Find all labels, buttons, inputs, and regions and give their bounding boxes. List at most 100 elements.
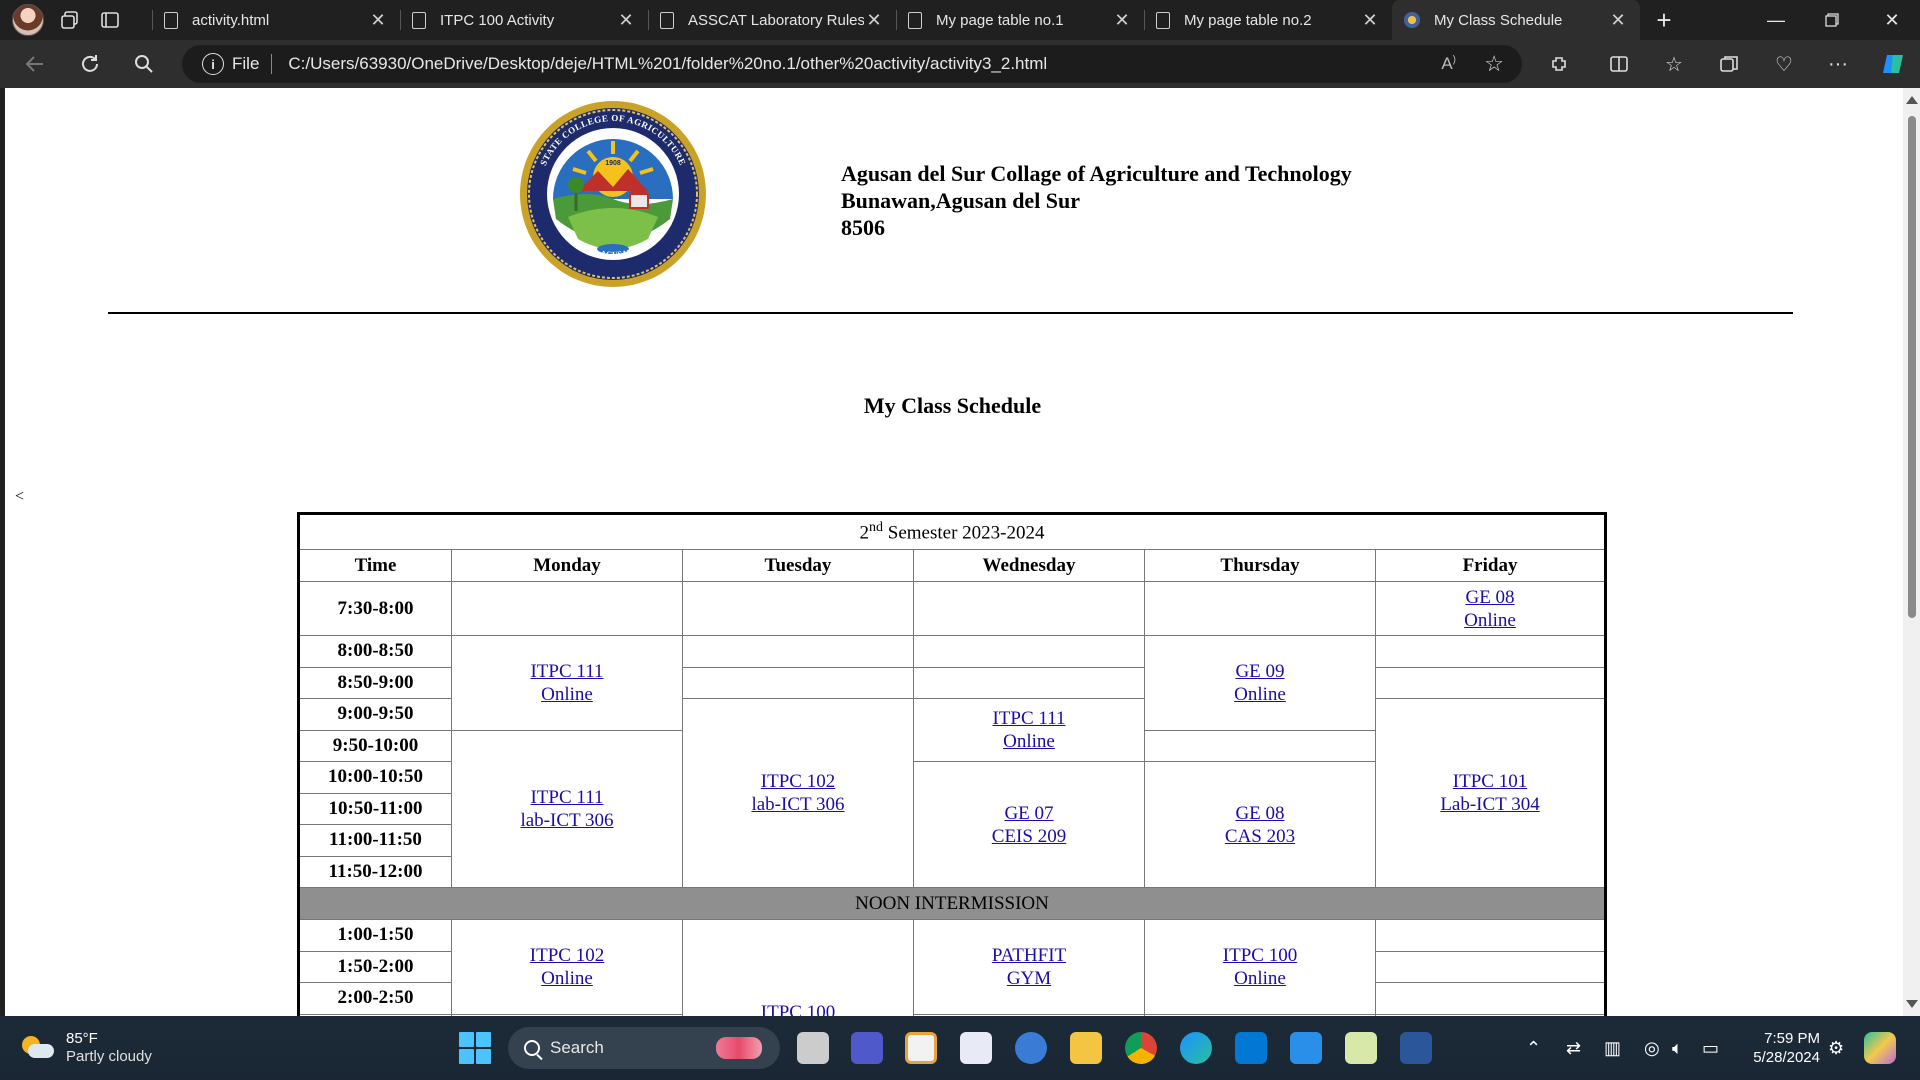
- class-link-itpc102[interactable]: ITPC 102: [452, 944, 682, 967]
- empty-cell: [451, 581, 683, 636]
- class-link-room[interactable]: Lab-ICT 304: [1376, 793, 1604, 816]
- close-tab-icon[interactable]: ✕: [616, 10, 636, 31]
- noon-row: NOON INTERMISSION: [297, 887, 1607, 920]
- class-link-ge09[interactable]: GE 09: [1145, 660, 1375, 683]
- class-link-itpc111[interactable]: ITPC 111: [452, 660, 682, 683]
- class-link-room[interactable]: CAS 203: [1145, 825, 1375, 848]
- class-link-itpc102[interactable]: ITPC 102: [683, 770, 913, 793]
- class-link-room[interactable]: lab-ICT 306: [452, 809, 682, 832]
- weather-condition: Partly cloudy: [66, 1048, 152, 1065]
- tab-lab-rules[interactable]: ASSCAT Laboratory Rules ✕: [648, 0, 896, 40]
- class-link-ge07[interactable]: GE 07: [914, 802, 1144, 825]
- site-info-icon[interactable]: i: [202, 53, 224, 75]
- close-tab-icon[interactable]: ✕: [368, 10, 388, 31]
- file-explorer-icon[interactable]: [1070, 1032, 1102, 1064]
- tray-icon[interactable]: ⇄: [1566, 1038, 1581, 1059]
- class-link-itpc101[interactable]: ITPC 101: [1376, 770, 1604, 793]
- scroll-down-arrow-icon[interactable]: [1906, 1000, 1918, 1008]
- network-icon[interactable]: ◎: [1644, 1038, 1660, 1059]
- class-link-pathfit[interactable]: PATHFIT: [914, 944, 1144, 967]
- split-screen-icon[interactable]: [1596, 40, 1642, 88]
- app-icon[interactable]: [1345, 1032, 1377, 1064]
- scroll-up-arrow-icon[interactable]: [1906, 96, 1918, 104]
- teams-icon[interactable]: [851, 1032, 883, 1064]
- class-cell: ITPC 102 lab-ICT 306: [682, 698, 914, 888]
- extensions-icon[interactable]: [1536, 40, 1582, 88]
- battery-icon[interactable]: ▭: [1702, 1038, 1719, 1059]
- close-tab-icon[interactable]: ✕: [1360, 10, 1380, 31]
- class-link-room[interactable]: lab-ICT 306: [683, 793, 913, 816]
- weather-widget[interactable]: 85°F Partly cloudy: [20, 1030, 152, 1066]
- minimize-button[interactable]: —: [1748, 0, 1804, 40]
- tab-activity[interactable]: activity.html ✕: [152, 0, 400, 40]
- copilot-icon[interactable]: [1864, 1032, 1896, 1064]
- tab-class-schedule[interactable]: My Class Schedule ✕: [1392, 0, 1640, 40]
- read-aloud-icon[interactable]: A): [1441, 54, 1456, 74]
- settings-gear-icon[interactable]: ⚙: [1828, 1038, 1844, 1059]
- new-tab-button[interactable]: +: [1640, 5, 1688, 36]
- class-link-room[interactable]: Online: [914, 730, 1144, 753]
- windows-start-icon[interactable]: [459, 1032, 491, 1064]
- vscode-icon[interactable]: [1235, 1032, 1267, 1064]
- class-link-room[interactable]: Online: [1376, 609, 1604, 632]
- app-icon[interactable]: [960, 1032, 992, 1064]
- tab-actions-icon[interactable]: [90, 0, 130, 40]
- tab-title: activity.html: [192, 11, 270, 29]
- taskbar-clock[interactable]: 7:59 PM 5/28/2024: [1740, 1029, 1820, 1067]
- class-link-itpc111[interactable]: ITPC 111: [452, 786, 682, 809]
- back-button[interactable]: [11, 40, 59, 88]
- close-tab-icon[interactable]: ✕: [1112, 10, 1132, 31]
- class-cell: ITPC 102 Online: [451, 919, 683, 1015]
- workspaces-icon[interactable]: [50, 0, 90, 40]
- clock-time: 7:59 PM: [1764, 1030, 1820, 1047]
- restore-button[interactable]: [1804, 0, 1860, 40]
- volume-icon[interactable]: 🔈︎: [1672, 1038, 1683, 1059]
- task-view-icon[interactable]: [797, 1032, 829, 1064]
- close-window-button[interactable]: ✕: [1864, 0, 1920, 40]
- time-cell: 2:00-2:50: [298, 982, 452, 1015]
- messenger-icon[interactable]: [1015, 1032, 1047, 1064]
- class-link-room[interactable]: Online: [1145, 967, 1375, 990]
- partly-cloudy-icon: [20, 1034, 54, 1062]
- browser-essentials-icon[interactable]: ♡: [1761, 40, 1807, 88]
- class-link-ge08[interactable]: GE 08: [1376, 586, 1604, 609]
- copilot-icon[interactable]: [1870, 40, 1916, 88]
- close-tab-icon[interactable]: ✕: [864, 10, 884, 31]
- class-link-itpc100[interactable]: ITPC 100: [683, 1001, 913, 1017]
- url-text[interactable]: C:/Users/63930/OneDrive/Desktop/deje/HTM…: [288, 54, 1047, 74]
- page-scrollbar[interactable]: [1903, 88, 1920, 1016]
- tray-icon[interactable]: ▥: [1604, 1038, 1621, 1059]
- class-link-room[interactable]: Online: [1145, 683, 1375, 706]
- tab-table-2[interactable]: My page table no.2 ✕: [1144, 0, 1392, 40]
- favorites-icon[interactable]: ☆: [1651, 40, 1697, 88]
- word-icon[interactable]: [1400, 1032, 1432, 1064]
- close-tab-icon[interactable]: ✕: [1608, 10, 1628, 31]
- col-header-monday: Monday: [451, 549, 683, 582]
- class-link-itpc111[interactable]: ITPC 111: [914, 707, 1144, 730]
- search-icon: [524, 1040, 540, 1056]
- chrome-icon[interactable]: [1125, 1032, 1157, 1064]
- tab-itpc100-activity[interactable]: ITPC 100 Activity ✕: [400, 0, 648, 40]
- more-options-icon[interactable]: ···: [1815, 40, 1861, 88]
- microsoft-store-icon[interactable]: [905, 1032, 937, 1064]
- class-link-room[interactable]: Online: [452, 683, 682, 706]
- class-link-itpc100[interactable]: ITPC 100: [1145, 944, 1375, 967]
- edge-icon[interactable]: [1180, 1032, 1212, 1064]
- profile-avatar[interactable]: [12, 4, 44, 36]
- chevron-up-icon[interactable]: ⌃: [1526, 1038, 1541, 1059]
- tab-table-1[interactable]: My page table no.1 ✕: [896, 0, 1144, 40]
- address-bar[interactable]: i File C:/Users/63930/OneDrive/Desktop/d…: [182, 45, 1522, 83]
- taskbar-search[interactable]: Search: [508, 1027, 780, 1069]
- class-link-ge08[interactable]: GE 08: [1145, 802, 1375, 825]
- favorite-star-icon[interactable]: ☆: [1484, 51, 1504, 77]
- class-link-room[interactable]: GYM: [914, 967, 1144, 990]
- search-icon[interactable]: [120, 40, 168, 88]
- table-row: 8:00-8:50 ITPC 111 Online GE 09 Online: [298, 635, 1607, 731]
- app-icon[interactable]: [1290, 1032, 1322, 1064]
- class-link-room[interactable]: Online: [452, 967, 682, 990]
- class-cell: ITPC 100: [682, 919, 914, 1017]
- collections-icon[interactable]: [1706, 40, 1752, 88]
- scrollbar-thumb[interactable]: [1908, 116, 1916, 618]
- class-link-room[interactable]: CEIS 209: [914, 825, 1144, 848]
- refresh-button[interactable]: [66, 40, 114, 88]
